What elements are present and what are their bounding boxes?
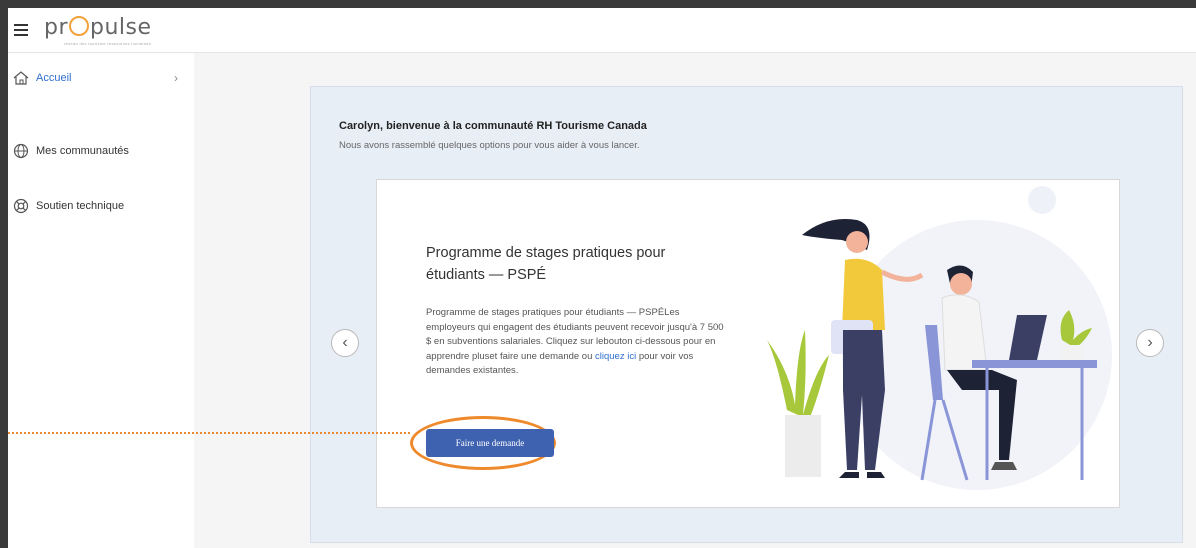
logo-o-ring-icon <box>69 16 90 36</box>
welcome-subtitle: Nous avons rassemblé quelques options po… <box>339 140 640 151</box>
home-icon <box>12 69 30 87</box>
propulse-logo[interactable]: pr pulse réseau des tourisme ressources h… <box>44 16 154 46</box>
pointer-dotted-line <box>8 432 410 434</box>
sidebar: Accueil › Mes communautés Soutien techni… <box>8 53 194 548</box>
app-frame: pr pulse réseau des tourisme ressources h… <box>8 8 1196 548</box>
sidebar-item-label: Soutien technique <box>36 200 125 212</box>
sidebar-item-accueil[interactable]: Accueil › <box>8 63 194 93</box>
chevron-right-icon: › <box>174 71 178 85</box>
welcome-panel: Carolyn, bienvenue à la communauté RH To… <box>310 86 1183 543</box>
sidebar-item-soutien-technique[interactable]: Soutien technique <box>8 191 194 221</box>
office-illustration <box>767 186 1112 490</box>
logo-tagline: réseau des tourisme ressources humaines <box>64 41 152 46</box>
program-card: Programme de stages pratiques pour étudi… <box>376 179 1120 508</box>
logo-text-post: pulse <box>90 15 152 40</box>
card-body: Programme de stages pratiques pour étudi… <box>426 306 726 379</box>
carousel-prev-button[interactable]: ‹ <box>331 329 359 357</box>
sidebar-item-label: Accueil <box>36 72 72 84</box>
sidebar-item-mes-communautes[interactable]: Mes communautés <box>8 136 194 166</box>
hamburger-menu-icon[interactable] <box>14 24 28 36</box>
welcome-title: Carolyn, bienvenue à la communauté RH To… <box>339 120 647 132</box>
logo-text-pre: pr <box>44 15 69 40</box>
chevron-right-icon: › <box>1147 334 1153 351</box>
carousel-next-button[interactable]: › <box>1136 329 1164 357</box>
top-bar: pr pulse réseau des tourisme ressources h… <box>8 8 1196 53</box>
chevron-left-icon: ‹ <box>342 334 348 351</box>
cliquez-ici-link[interactable]: cliquez ici <box>595 351 636 362</box>
sidebar-item-label: Mes communautés <box>36 145 129 157</box>
globe-icon <box>12 142 30 160</box>
card-title: Programme de stages pratiques pour étudi… <box>426 245 666 283</box>
lifebuoy-icon <box>12 197 30 215</box>
faire-une-demande-button[interactable]: Faire une demande <box>426 429 554 457</box>
